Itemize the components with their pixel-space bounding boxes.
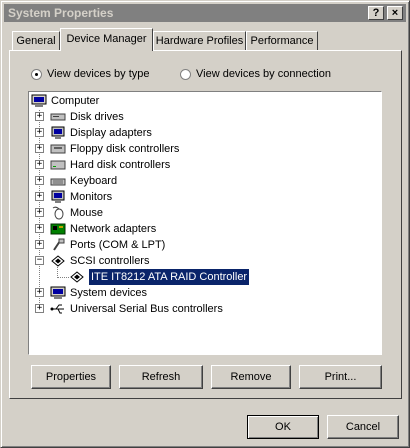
help-button[interactable]: ? <box>368 6 384 20</box>
tree-item-label: Keyboard <box>70 175 118 187</box>
view-by-connection-radio[interactable]: View devices by connection <box>180 68 331 80</box>
tree-item-label: Mouse <box>70 207 104 219</box>
title-bar[interactable]: System Properties ? × <box>4 4 406 22</box>
view-by-type-radio[interactable]: View devices by type <box>31 68 150 80</box>
tree-item-label: Monitors <box>70 191 113 203</box>
tree-child-ite-raid-controller[interactable]: ITE IT8212 ATA RAID Controller <box>69 269 250 285</box>
tree-line <box>57 277 69 278</box>
radio-unselected-icon <box>180 68 191 80</box>
keyboard-icon <box>50 178 66 186</box>
refresh-button[interactable]: Refresh <box>119 365 203 389</box>
expand-icon[interactable]: + <box>35 112 44 121</box>
radio-selected-icon <box>31 68 42 80</box>
expand-icon[interactable]: + <box>35 288 44 297</box>
tree-item-usb-controllers[interactable]: + Universal Serial Bus controllers <box>35 301 223 317</box>
ok-button[interactable]: OK <box>247 415 319 439</box>
expand-icon[interactable]: + <box>35 224 44 233</box>
tree-item-keyboard[interactable]: + Keyboard <box>35 173 117 189</box>
properties-button[interactable]: Properties <box>31 365 111 389</box>
computer-icon <box>31 94 47 107</box>
view-by-connection-label: View devices by connection <box>196 68 331 80</box>
expand-icon[interactable]: + <box>35 192 44 201</box>
scsi-icon <box>51 255 65 267</box>
expand-icon[interactable]: + <box>35 304 44 313</box>
window-title: System Properties <box>8 6 114 20</box>
view-by-type-label: View devices by type <box>47 68 150 80</box>
expand-icon[interactable]: + <box>35 240 44 249</box>
tree-item-hard-disk-controllers[interactable]: + Hard disk controllers <box>35 157 170 173</box>
expand-icon[interactable]: + <box>35 144 44 153</box>
tree-item-scsi-controllers[interactable]: − SCSI controllers <box>35 253 149 269</box>
port-icon <box>53 238 65 251</box>
tree-item-label: System devices <box>70 287 148 299</box>
computer-icon <box>50 286 66 299</box>
tree-item-ports[interactable]: + Ports (COM & LPT) <box>35 237 165 253</box>
tree-item-network-adapters[interactable]: + Network adapters <box>35 221 156 237</box>
tab-performance[interactable]: Performance <box>246 31 318 51</box>
tree-root-computer[interactable]: Computer <box>31 93 99 109</box>
network-adapter-icon <box>50 223 66 235</box>
expand-icon[interactable]: + <box>35 208 44 217</box>
tab-hardware-profiles[interactable]: Hardware Profiles <box>153 31 246 51</box>
tree-item-label: Network adapters <box>70 223 157 235</box>
tree-item-display-adapters[interactable]: + Display adapters <box>35 125 152 141</box>
tree-item-label: Hard disk controllers <box>70 159 171 171</box>
expand-icon[interactable]: + <box>35 160 44 169</box>
tree-item-label: Ports (COM & LPT) <box>70 239 166 251</box>
tree-root-label: Computer <box>51 95 100 107</box>
tab-general[interactable]: General <box>12 31 60 51</box>
scsi-icon <box>70 271 84 283</box>
device-tree[interactable]: Computer + Disk drives + Display adapter… <box>28 91 382 355</box>
close-button[interactable]: × <box>387 6 403 20</box>
cancel-button[interactable]: Cancel <box>327 415 399 439</box>
remove-button[interactable]: Remove <box>211 365 291 389</box>
disk-drive-icon <box>50 113 66 121</box>
mouse-icon <box>52 206 64 220</box>
monitor-icon <box>51 190 65 203</box>
tree-item-label: SCSI controllers <box>70 255 150 267</box>
tree-item-disk-drives[interactable]: + Disk drives <box>35 109 124 125</box>
expand-icon[interactable]: + <box>35 128 44 137</box>
tree-item-monitors[interactable]: + Monitors <box>35 189 112 205</box>
floppy-controller-icon <box>50 144 66 154</box>
hard-disk-controller-icon <box>50 160 66 170</box>
tree-item-mouse[interactable]: + Mouse <box>35 205 103 221</box>
tree-item-floppy-disk-controllers[interactable]: + Floppy disk controllers <box>35 141 179 157</box>
collapse-icon[interactable]: − <box>35 256 44 265</box>
tree-item-label: Universal Serial Bus controllers <box>70 303 223 315</box>
expand-icon[interactable]: + <box>35 176 44 185</box>
tree-item-label: Disk drives <box>70 111 124 123</box>
print-button[interactable]: Print... <box>299 365 382 389</box>
monitor-icon <box>51 126 65 139</box>
tree-item-label: Floppy disk controllers <box>70 143 180 155</box>
tree-item-system-devices[interactable]: + System devices <box>35 285 147 301</box>
usb-icon <box>50 304 64 314</box>
tab-device-manager[interactable]: Device Manager <box>60 28 153 51</box>
tree-child-label: ITE IT8212 ATA RAID Controller <box>89 269 250 285</box>
tree-item-label: Display adapters <box>70 127 152 139</box>
system-properties-window: System Properties ? × General Device Man… <box>0 0 410 448</box>
